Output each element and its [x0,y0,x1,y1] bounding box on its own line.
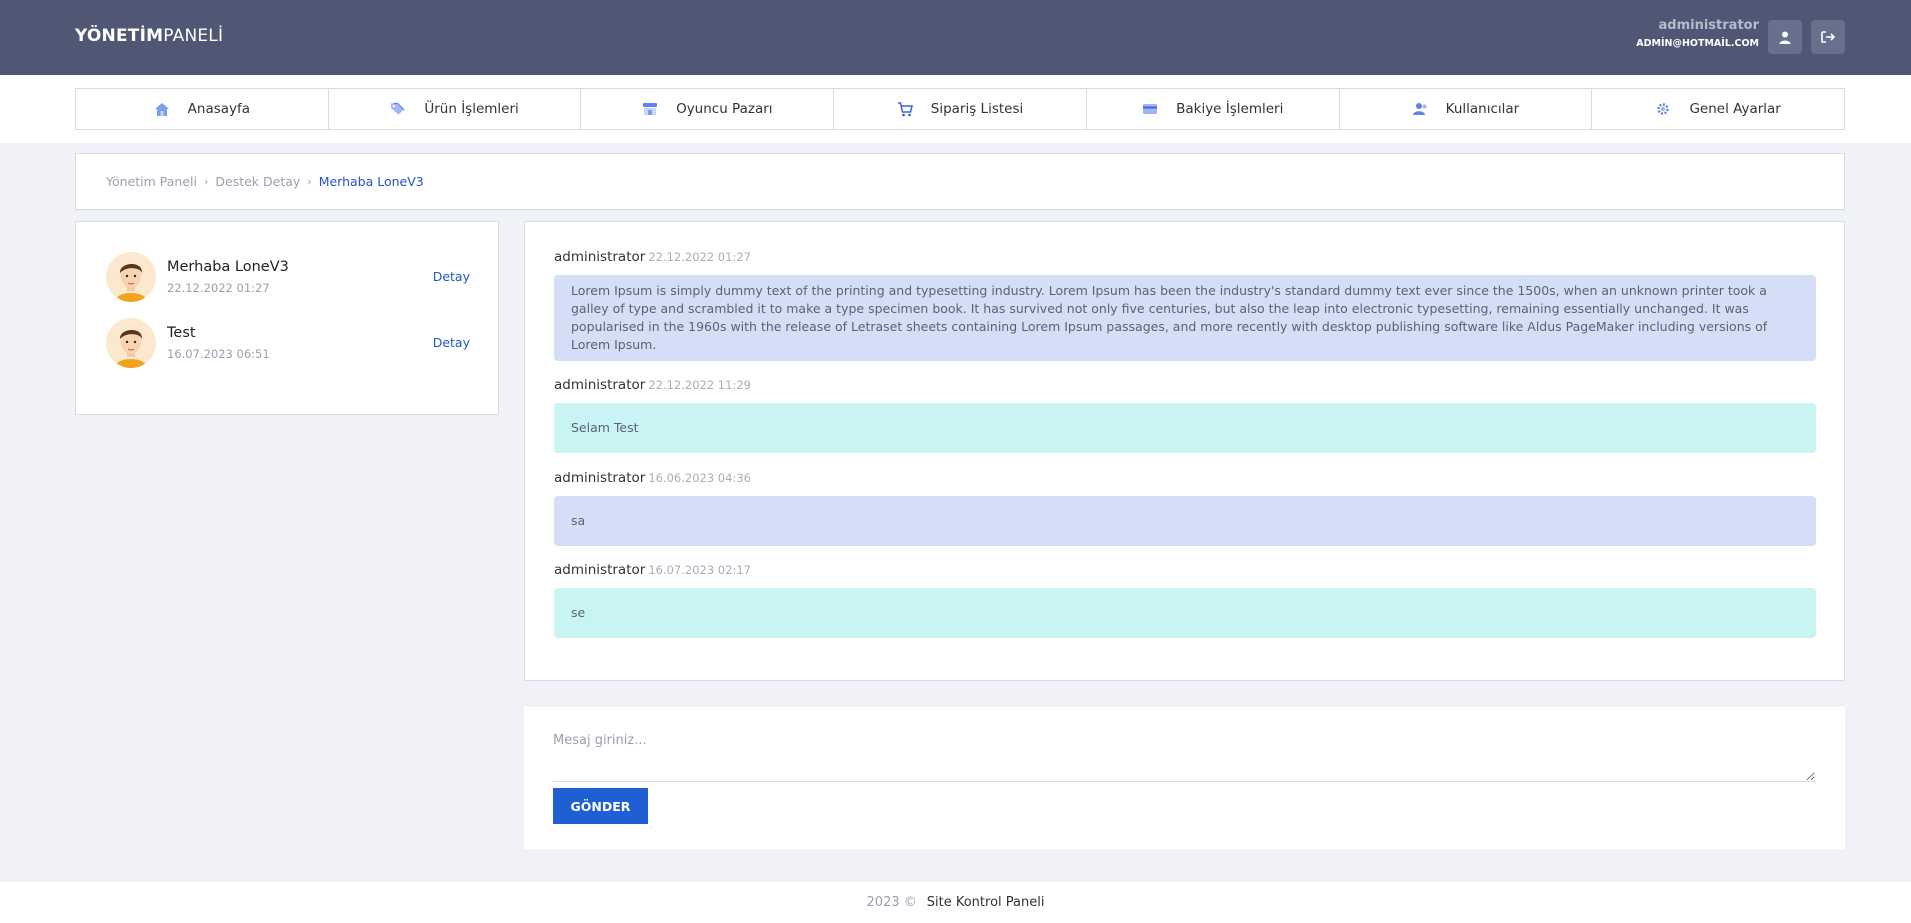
message-header: administrator 22.12.2022 01:27 [554,249,751,265]
compose-form: GÖNDER [524,707,1845,849]
footer: 2023 © Site Kontrol Paneli [0,882,1911,923]
nav-label: Bakiye İşlemleri [1176,101,1284,117]
sign-out-icon [1821,31,1835,43]
nav-item-anasayfa[interactable]: Anasayfa [76,89,329,129]
avatar [106,318,156,368]
credit-card-icon [1142,101,1158,117]
message-date: 22.12.2022 01:27 [648,250,751,264]
ticket-title: Merhaba LoneV3 [167,259,289,275]
ticket-date: 16.07.2023 06:51 [167,347,270,361]
message-header: administrator 16.07.2023 02:17 [554,562,751,578]
cart-icon [897,101,913,117]
nav-label: Sipariş Listesi [930,101,1024,117]
brand-bold: YÖNETİM [75,26,164,46]
message-author: administrator [554,249,646,265]
nav-item-urun-islemleri[interactable]: Ürün İşlemleri [329,89,582,129]
logout-button[interactable] [1811,20,1845,54]
nav-label: Kullanıcılar [1445,101,1520,117]
nav-item-oyuncu-pazari[interactable]: Oyuncu Pazarı [581,89,835,129]
gear-icon [1655,101,1671,117]
breadcrumb-item-current: Merhaba LoneV3 [318,174,424,189]
ticket-date: 22.12.2022 01:27 [167,281,270,295]
avatar [106,252,156,302]
nav-label: Genel Ayarlar [1689,101,1781,117]
main-nav: Anasayfa Ürün İşlemleri Oyuncu Pazarı Si… [75,88,1845,130]
user-icon [1779,31,1791,44]
ticket-list: Merhaba LoneV3 22.12.2022 01:27 Detay Te… [75,221,499,415]
footer-year: 2023 © [866,895,917,910]
nav-item-kullanicilar[interactable]: Kullanıcılar [1340,89,1593,129]
chevron-right-icon: › [307,175,312,188]
message-author: administrator [554,470,646,486]
nav-item-siparis-listesi[interactable]: Sipariş Listesi [834,89,1087,129]
profile-button[interactable] [1768,20,1802,54]
user-name: administrator [1658,18,1759,33]
breadcrumb: Yönetim Paneli › Destek Detay › Merhaba … [75,153,1845,210]
ticket-detail-link[interactable]: Detay [433,335,470,350]
message-header: administrator 22.12.2022 11:29 [554,377,751,393]
ticket-item: Merhaba LoneV3 22.12.2022 01:27 Detay [106,252,470,302]
send-button[interactable]: GÖNDER [553,788,648,824]
message-date: 16.07.2023 02:17 [648,563,751,577]
footer-site-link[interactable]: Site Kontrol Paneli [927,895,1045,910]
user-email: ADMİN@HOTMAİL.COM [1636,38,1759,49]
message-date: 16.06.2023 04:36 [648,471,751,485]
message-bubble: sa [554,496,1816,546]
breadcrumb-item-home[interactable]: Yönetim Paneli [106,174,197,189]
message-input[interactable] [553,727,1815,782]
nav-label: Ürün İşlemleri [424,101,519,117]
message-bubble: Selam Test [554,403,1816,453]
ticket-title: Test [167,325,196,341]
chevron-right-icon: › [203,175,209,188]
home-icon [154,101,170,117]
tags-icon [390,101,406,117]
message-author: administrator [554,377,646,393]
top-header: YÖNETİMPANELİ administrator ADMİN@HOTMAİ… [0,0,1911,75]
nav-item-genel-ayarlar[interactable]: Genel Ayarlar [1592,89,1844,129]
message-header: administrator 16.06.2023 04:36 [554,470,751,486]
nav-item-bakiye-islemleri[interactable]: Bakiye İşlemleri [1087,89,1340,129]
store-icon [642,101,658,117]
message-author: administrator [554,562,646,578]
nav-label: Anasayfa [187,101,251,117]
message-bubble: Lorem Ipsum is simply dummy text of the … [554,275,1816,361]
brand-logo[interactable]: YÖNETİMPANELİ [75,26,223,46]
message-date: 22.12.2022 11:29 [648,378,751,392]
breadcrumb-item-destek[interactable]: Destek Detay [215,174,300,189]
nav-label: Oyuncu Pazarı [676,101,773,117]
brand-light: PANELİ [163,26,224,46]
users-icon [1412,101,1428,117]
message-thread: administrator 22.12.2022 01:27 Lorem Ipsu… [524,221,1845,681]
ticket-detail-link[interactable]: Detay [433,269,470,284]
main-nav-bar: Anasayfa Ürün İşlemleri Oyuncu Pazarı Si… [0,75,1911,143]
user-info: administrator ADMİN@HOTMAİL.COM [1636,18,1759,49]
message-bubble: se [554,588,1816,638]
ticket-item: Test 16.07.2023 06:51 Detay [106,318,470,368]
